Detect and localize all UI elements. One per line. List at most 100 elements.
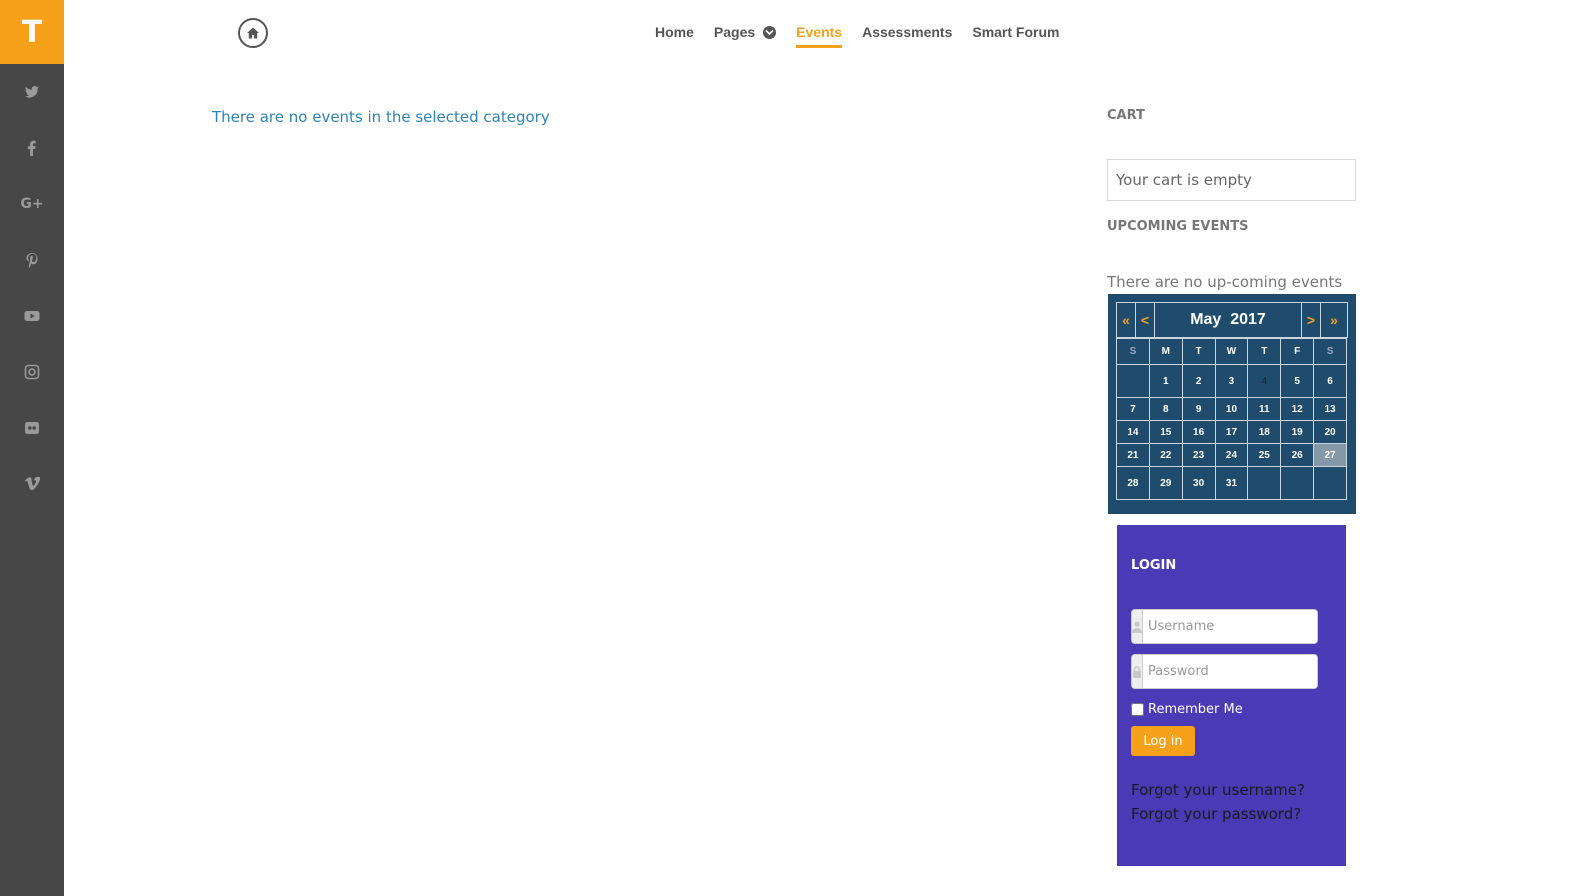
next-month-button[interactable]: > [1301, 302, 1322, 338]
calendar-day[interactable]: 8 [1148, 397, 1183, 421]
flickr-icon[interactable] [0, 400, 64, 456]
calendar-day[interactable]: 5 [1280, 364, 1315, 398]
lock-icon [1132, 655, 1143, 688]
calendar-day[interactable]: 20 [1313, 420, 1347, 444]
facebook-icon[interactable] [0, 120, 64, 176]
calendar-day[interactable]: 14 [1116, 420, 1150, 444]
calendar-day[interactable]: 4 [1247, 364, 1282, 398]
right-sidebar: CART Your cart is empty UPCOMING EVENTS … [1107, 108, 1357, 291]
calendar-day[interactable]: 3 [1214, 364, 1249, 398]
remember-me-label: Remember Me [1148, 702, 1243, 717]
nav-smart-forum[interactable]: Smart Forum [972, 24, 1059, 48]
user-icon [1132, 610, 1143, 643]
weekday-header: F [1280, 338, 1315, 365]
upcoming-events-title: UPCOMING EVENTS [1107, 219, 1249, 234]
site-logo[interactable]: T [0, 0, 64, 64]
calendar-day[interactable]: 12 [1280, 397, 1315, 421]
weekday-header: T [1181, 338, 1216, 365]
no-upcoming-message: There are no up-coming events [1107, 273, 1343, 291]
calendar-week: 21 22 23 24 25 26 27 [1116, 443, 1347, 467]
calendar-empty-cell [1313, 466, 1347, 500]
calendar-month: May [1190, 311, 1222, 328]
next-year-button[interactable]: » [1320, 302, 1349, 338]
nav-home-label: Home [655, 24, 694, 40]
calendar-day[interactable]: 24 [1214, 443, 1249, 467]
instagram-icon[interactable] [0, 344, 64, 400]
calendar-grid: SMTWTFS 1 2 3 4 5 6 7 8 9 10 11 12 13 14 15 16 17 18 19 20 2… [1116, 338, 1347, 500]
home-icon[interactable] [238, 18, 268, 48]
calendar-month-year: May 2017 [1153, 302, 1303, 338]
calendar-day[interactable]: 27 [1313, 443, 1347, 467]
weekday-header: S [1116, 338, 1150, 365]
nav-events-label: Events [796, 24, 843, 40]
calendar-week: 14 15 16 17 18 19 20 [1116, 420, 1347, 444]
calendar-week: 28 29 30 31 [1116, 466, 1347, 500]
calendar-day[interactable]: 6 [1313, 364, 1347, 398]
calendar-year: 2017 [1230, 311, 1266, 328]
youtube-icon[interactable] [0, 288, 64, 344]
calendar-day[interactable]: 26 [1280, 443, 1315, 467]
calendar-day[interactable]: 13 [1313, 397, 1347, 421]
calendar-day[interactable]: 7 [1116, 397, 1150, 421]
weekday-header: W [1214, 338, 1249, 365]
vimeo-icon[interactable] [0, 456, 64, 512]
calendar-week: 123456 [1116, 364, 1347, 398]
login-title: LOGIN [1131, 558, 1177, 573]
calendar-day[interactable]: 10 [1214, 397, 1249, 421]
nav-forum-label: Smart Forum [972, 24, 1060, 40]
calendar-day[interactable]: 1 [1148, 364, 1183, 398]
calendar-day[interactable]: 2 [1181, 364, 1216, 398]
calendar-day[interactable]: 11 [1247, 397, 1282, 421]
password-input[interactable] [1143, 655, 1317, 688]
main-nav: Home Pages Events Assessments Smart Foru… [655, 24, 1079, 48]
calendar-day[interactable]: 17 [1214, 420, 1249, 444]
username-field [1131, 609, 1318, 644]
calendar-day[interactable]: 25 [1247, 443, 1282, 467]
social-sidebar: T G+ [0, 0, 64, 896]
calendar-empty-cell [1280, 466, 1315, 500]
password-field [1131, 654, 1318, 689]
login-module: LOGIN Remember Me Log in Forgot your use… [1117, 525, 1346, 866]
calendar-day[interactable]: 30 [1181, 466, 1216, 500]
prev-year-button[interactable]: « [1116, 302, 1136, 338]
weekday-header: M [1148, 338, 1183, 365]
calendar-day[interactable]: 15 [1148, 420, 1183, 444]
nav-assessments-label: Assessments [862, 24, 953, 40]
nav-assessments[interactable]: Assessments [862, 24, 952, 48]
cart-box: Your cart is empty [1107, 159, 1356, 201]
calendar-day[interactable]: 21 [1116, 443, 1150, 467]
events-calendar: « < May 2017 > » SMTWTFS 1 2 3 4 5 6 7 8 9 10 11 12… [1108, 294, 1356, 514]
username-input[interactable] [1143, 610, 1317, 643]
calendar-day[interactable]: 29 [1148, 466, 1183, 500]
nav-events[interactable]: Events [796, 24, 843, 48]
weekday-header: S [1313, 338, 1347, 365]
cart-title: CART [1107, 108, 1145, 123]
no-events-message: There are no events in the selected cate… [212, 108, 550, 126]
calendar-day[interactable]: 9 [1181, 397, 1216, 421]
nav-pages[interactable]: Pages [713, 24, 777, 48]
login-button[interactable]: Log in [1131, 726, 1195, 756]
calendar-empty-cell [1247, 466, 1282, 500]
calendar-day[interactable]: 31 [1214, 466, 1249, 500]
weekday-header: T [1247, 338, 1282, 365]
calendar-day[interactable]: 18 [1247, 420, 1282, 444]
nav-home[interactable]: Home [655, 24, 694, 48]
calendar-day[interactable]: 19 [1280, 420, 1315, 444]
google-plus-icon[interactable]: G+ [0, 176, 64, 232]
pinterest-icon[interactable] [0, 232, 64, 288]
prev-month-button[interactable]: < [1135, 302, 1155, 338]
calendar-day[interactable]: 16 [1181, 420, 1216, 444]
remember-me-checkbox[interactable] [1131, 703, 1144, 716]
forgot-password-link[interactable]: Forgot your password? [1131, 805, 1301, 823]
social-links: G+ [0, 64, 64, 512]
calendar-day[interactable]: 28 [1116, 466, 1150, 500]
calendar-day[interactable]: 23 [1181, 443, 1216, 467]
chevron-down-icon [763, 26, 777, 39]
forgot-username-link[interactable]: Forgot your username? [1131, 781, 1305, 799]
twitter-icon[interactable] [0, 64, 64, 120]
nav-pages-label: Pages [713, 24, 756, 40]
calendar-week: 7 8 9 10 11 12 13 [1116, 397, 1347, 421]
remember-me[interactable]: Remember Me [1131, 702, 1243, 717]
calendar-empty-cell [1116, 364, 1150, 398]
calendar-day[interactable]: 22 [1148, 443, 1183, 467]
